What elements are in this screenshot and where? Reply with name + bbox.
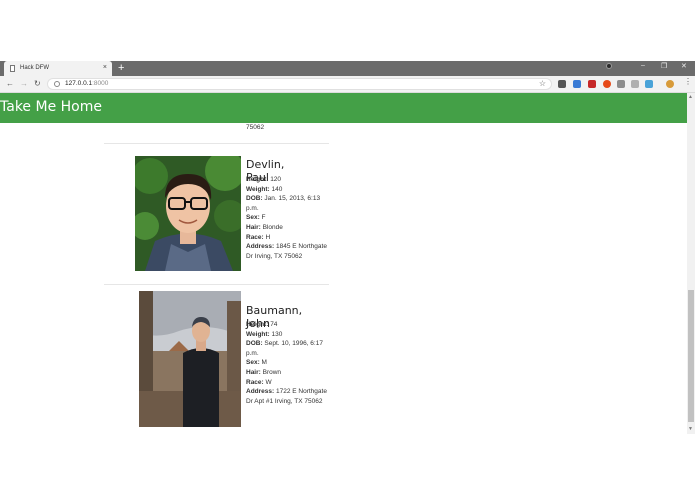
minimize-button[interactable]: – — [641, 62, 645, 69]
back-button[interactable]: ← — [6, 77, 14, 90]
list-divider — [104, 284, 329, 285]
field-race: Race: H — [246, 233, 271, 241]
field-address: Address: 1722 E Northgate Dr Apt #1 Irvi… — [246, 388, 327, 405]
field-weight: Weight: 130 — [246, 330, 283, 338]
extension-blue-icon[interactable] — [573, 80, 581, 88]
list-divider — [104, 143, 329, 144]
incognito-profile-icon[interactable] — [606, 63, 612, 69]
browser-menu-icon[interactable]: ⋮ — [684, 77, 692, 86]
desktop-background — [0, 0, 695, 61]
close-window-button[interactable]: ✕ — [681, 62, 687, 70]
person-details: Height: 120 Weight: 140 DOB: Jan. 15, 20… — [246, 175, 328, 261]
forward-button[interactable]: → — [20, 77, 28, 90]
browser-tab[interactable]: Hack DFW × — [4, 61, 112, 76]
url-text[interactable]: 127.0.0.1:8000 — [65, 80, 108, 87]
scroll-down-arrow-icon[interactable]: ▼ — [688, 426, 693, 432]
extension-grey-icon[interactable] — [617, 80, 625, 88]
page-title[interactable]: Take Me Home — [0, 99, 102, 115]
field-height: Height: 74 — [246, 321, 278, 328]
extension-red-icon[interactable] — [588, 80, 596, 88]
maximize-button[interactable]: ❐ — [661, 62, 667, 70]
field-dob: DOB: Sept. 10, 1996, 6:17 p.m. — [246, 340, 323, 357]
previous-entry-address-tail: 75062 — [246, 124, 265, 131]
bookmark-star-icon[interactable]: ☆ — [539, 79, 546, 88]
field-hair: Hair: Blonde — [246, 223, 283, 231]
app-header: Take Me Home — [0, 93, 687, 123]
field-race: Race: W — [246, 378, 272, 386]
address-bar[interactable]: 127.0.0.1:8000 ☆ — [47, 78, 552, 90]
person-photo — [135, 156, 241, 271]
extension-chat-icon[interactable] — [631, 80, 639, 88]
person-details: Height: 74 Weight: 130 DOB: Sept. 10, 19… — [246, 320, 328, 406]
field-dob: DOB: Jan. 15, 2013, 6:13 p.m. — [246, 195, 321, 212]
field-sex: Sex: F — [246, 214, 266, 222]
info-icon[interactable] — [54, 81, 60, 87]
scrollbar-thumb[interactable] — [688, 290, 694, 422]
scroll-up-arrow-icon[interactable]: ▲ — [688, 94, 693, 100]
field-address: Address: 1845 E Northgate Dr Irving, TX … — [246, 243, 327, 260]
extension-screen-icon[interactable] — [645, 80, 653, 88]
tab-title: Hack DFW — [20, 65, 49, 71]
field-weight: Weight: 140 — [246, 185, 283, 193]
extension-orange-icon[interactable] — [603, 80, 611, 88]
field-height: Height: 120 — [246, 176, 282, 183]
tab-close-icon[interactable]: × — [103, 64, 107, 71]
new-tab-button[interactable]: + — [118, 61, 124, 75]
field-hair: Hair: Brown — [246, 368, 282, 376]
person-photo — [139, 291, 241, 427]
field-sex: Sex: M — [246, 359, 267, 367]
page-icon — [10, 65, 15, 72]
people-list: 75062 Devlin, Paul Height: 120 Weight: 1… — [0, 123, 687, 494]
avatar[interactable] — [666, 80, 674, 88]
extension-shield-icon[interactable] — [558, 80, 566, 88]
reload-button[interactable]: ↻ — [34, 77, 41, 90]
